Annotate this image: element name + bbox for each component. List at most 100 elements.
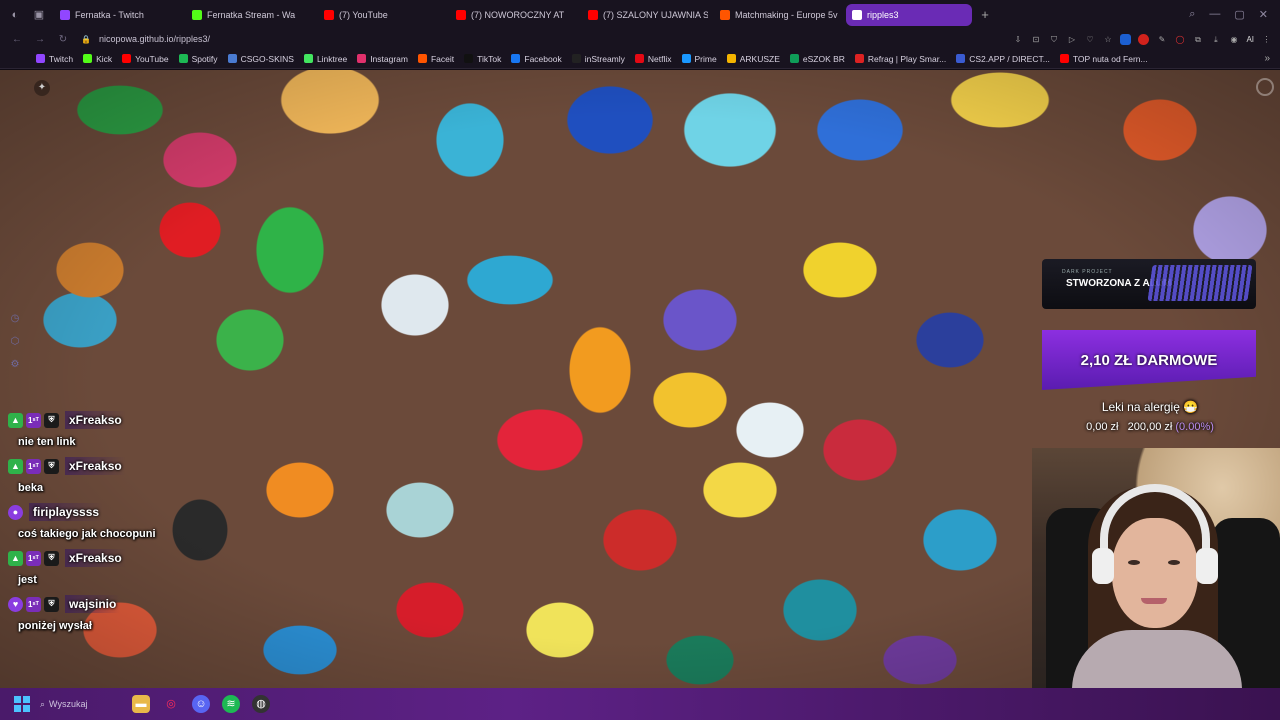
- side-panel: ◷ ⬡ ⚙: [8, 312, 22, 372]
- shield-icon[interactable]: ⛉: [1048, 34, 1059, 45]
- goal-label: 2,10 ZŁ DARMOWE: [1080, 352, 1218, 369]
- bookmark-item[interactable]: Linktree: [303, 54, 347, 64]
- tab-favicon-icon: [456, 9, 466, 20]
- tab-6[interactable]: ripples3: [846, 3, 972, 26]
- bookmark-label: TikTok: [477, 53, 502, 64]
- forward-button[interactable]: →: [34, 34, 46, 45]
- bookmark-favicon-icon: [36, 54, 45, 63]
- minimize-button[interactable]: —: [1209, 8, 1220, 21]
- bookmark-favicon-icon: [789, 54, 799, 63]
- bookmark-star-icon[interactable]: ☆: [1102, 34, 1113, 45]
- bookmark-label: Twitch: [49, 53, 74, 64]
- bookmark-item[interactable]: CS2.APP / DIRECT...: [956, 54, 1050, 64]
- tab-label: (7) YouTube: [339, 9, 388, 20]
- tab-5[interactable]: Matchmaking - Europe 5v: [714, 4, 840, 26]
- headset-cup-left: [1092, 548, 1114, 584]
- workspaces-icon[interactable]: ▣: [30, 6, 48, 24]
- ai-button[interactable]: AI: [1246, 34, 1254, 45]
- screenshot-icon[interactable]: ⊡: [1030, 34, 1041, 45]
- tab-label: ripples3: [867, 9, 899, 20]
- tab-bar: ◐ ▣ Fernatka - Twitch Fernatka Stream - W…: [0, 0, 1280, 29]
- bookmark-item[interactable]: Faceit: [417, 53, 455, 64]
- puzzle-icon[interactable]: ⧉: [1192, 34, 1203, 45]
- menu-icon[interactable]: ⋮: [1261, 34, 1272, 45]
- discord-icon[interactable]: ☺: [192, 695, 210, 713]
- bookmark-item[interactable]: eSZOK BR: [789, 54, 845, 64]
- bookmark-favicon-icon: [511, 54, 521, 63]
- chat-badge-icon: ▲: [8, 550, 23, 566]
- play-icon[interactable]: ▷: [1066, 34, 1077, 45]
- chat-message: ♥ 1ˢᵀ ⛨ wajsinio poniżej wysłał: [8, 594, 228, 632]
- account-icon[interactable]: ◉: [1228, 34, 1239, 45]
- taskbar-search[interactable]: ⌕ Wyszukaj: [40, 699, 120, 710]
- reload-button[interactable]: ↻: [57, 34, 69, 45]
- bookmark-item[interactable]: TikTok: [464, 54, 501, 64]
- bookmark-item[interactable]: inStreamly: [571, 54, 625, 64]
- bookmark-item[interactable]: Refrag | Play Smar...: [854, 54, 946, 64]
- bookmark-label: Kick: [96, 53, 113, 64]
- opera-icon[interactable]: ◯: [1174, 34, 1185, 45]
- extension-blue-icon[interactable]: [1120, 33, 1132, 45]
- tab-3[interactable]: (7) NOWOROCZNY AT: [450, 4, 576, 26]
- bookmarks-overflow-icon[interactable]: »: [1264, 53, 1270, 64]
- bookmark-item[interactable]: ARKUSZE: [726, 53, 780, 64]
- install-icon[interactable]: ⇩: [1012, 34, 1023, 45]
- chat-text: jest: [18, 574, 37, 586]
- bookmark-item[interactable]: Facebook: [511, 54, 562, 64]
- bookmark-favicon-icon: [854, 54, 864, 63]
- bookmark-favicon-icon: [1059, 54, 1069, 63]
- file-explorer-icon[interactable]: ▬: [132, 695, 150, 713]
- close-button[interactable]: ✕: [1259, 8, 1268, 21]
- bookmark-label: Netflix: [647, 53, 672, 64]
- bookmark-label: Faceit: [430, 53, 455, 64]
- chat-message-header: ▲ 1ˢᵀ ⛨ xFreakso: [8, 456, 228, 476]
- bookmark-favicon-icon: [571, 54, 581, 63]
- bookmark-item[interactable]: Instagram: [357, 54, 408, 64]
- history-icon[interactable]: ◷: [8, 312, 22, 326]
- lock-icon: 🔒: [81, 34, 91, 44]
- bookmark-label: ARKUSZE: [739, 53, 780, 64]
- chat-badge-icon: ▲: [8, 458, 23, 474]
- bookmark-favicon-icon: [83, 54, 93, 63]
- bookmark-item[interactable]: Prime: [681, 54, 717, 64]
- bookmark-item[interactable]: Netflix: [634, 53, 672, 64]
- spotify-icon[interactable]: ≋: [222, 695, 240, 713]
- maximize-button[interactable]: ▢: [1234, 8, 1244, 21]
- obs-icon[interactable]: ◍: [252, 695, 270, 713]
- tab-0[interactable]: Fernatka - Twitch: [54, 4, 180, 26]
- bookmark-item[interactable]: Kick: [83, 54, 112, 64]
- opera-gx-icon[interactable]: ◎: [162, 695, 180, 713]
- bookmark-item[interactable]: CSGO-SKINS: [227, 53, 294, 64]
- bookmark-item[interactable]: Spotify: [178, 53, 218, 64]
- url-text: nicopowa.github.io/ripples3/: [98, 34, 211, 44]
- heart-icon[interactable]: ♡: [1084, 34, 1095, 45]
- start-button[interactable]: [14, 696, 30, 712]
- pen-icon[interactable]: ✎: [1156, 34, 1167, 45]
- tab-2[interactable]: (7) YouTube: [318, 4, 444, 26]
- navigation-bar: ← → ↻ 🔒 nicopowa.github.io/ripples3/ ⇩ ⊡…: [0, 29, 1280, 49]
- download-icon[interactable]: ⤓: [1210, 34, 1221, 45]
- bookmark-label: Spotify: [191, 53, 218, 64]
- extensions-toolbar: ⇩ ⊡ ⛉ ▷ ♡ ☆ ✎ ◯ ⧉ ⤓ ◉ AI ⋮: [1012, 33, 1272, 45]
- bookmark-item[interactable]: YouTube: [122, 54, 169, 64]
- tab-1[interactable]: Fernatka Stream - Wa: [186, 4, 312, 26]
- profile-icon[interactable]: ◐: [6, 6, 24, 24]
- chat-message-header: ▲ 1ˢᵀ ⛨ xFreakso: [8, 410, 228, 430]
- chat-message: ▲ 1ˢᵀ ⛨ xFreakso nie ten link: [8, 410, 228, 448]
- address-bar[interactable]: 🔒 nicopowa.github.io/ripples3/: [81, 34, 210, 44]
- settings-icon[interactable]: ⚙: [8, 358, 22, 372]
- streamer-logo-icon: ✦: [34, 80, 50, 96]
- cube-icon[interactable]: ⬡: [8, 335, 22, 349]
- bookmark-item[interactable]: Twitch: [36, 54, 73, 64]
- search-icon[interactable]: ⌕: [1189, 8, 1195, 21]
- chat-username: xFreakso: [65, 457, 126, 475]
- new-tab-button[interactable]: +: [978, 7, 992, 22]
- bookmark-item[interactable]: TOP nuta od Fern...: [1059, 54, 1148, 64]
- tab-favicon-icon: [324, 9, 334, 20]
- tab-4[interactable]: (7) SZALONY UJAWNIA S: [582, 4, 708, 26]
- github-corner-icon[interactable]: [1256, 78, 1274, 96]
- chat-badge-icon: 1ˢᵀ: [26, 458, 41, 474]
- extension-red-icon[interactable]: [1138, 33, 1150, 45]
- bookmark-label: CSGO-SKINS: [240, 53, 294, 64]
- back-button[interactable]: ←: [11, 34, 23, 45]
